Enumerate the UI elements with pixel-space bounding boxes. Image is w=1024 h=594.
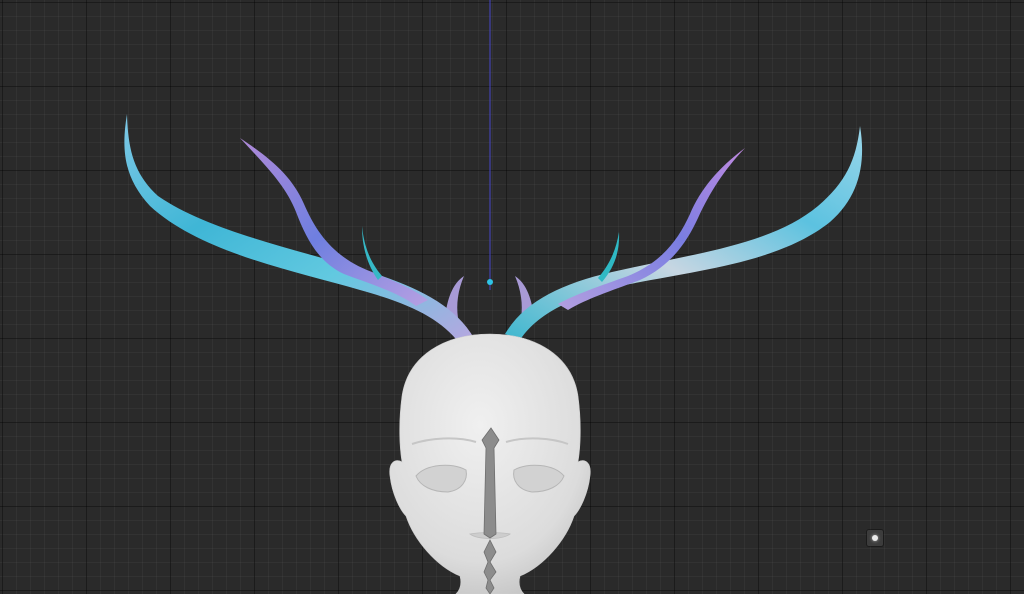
light-gizmo[interactable] [867,530,883,546]
3d-viewport[interactable] [0,0,1024,594]
scene-render[interactable] [0,0,1024,594]
antler-left-beam [124,114,474,344]
origin-pivot[interactable] [487,279,493,285]
light-icon [872,535,878,541]
